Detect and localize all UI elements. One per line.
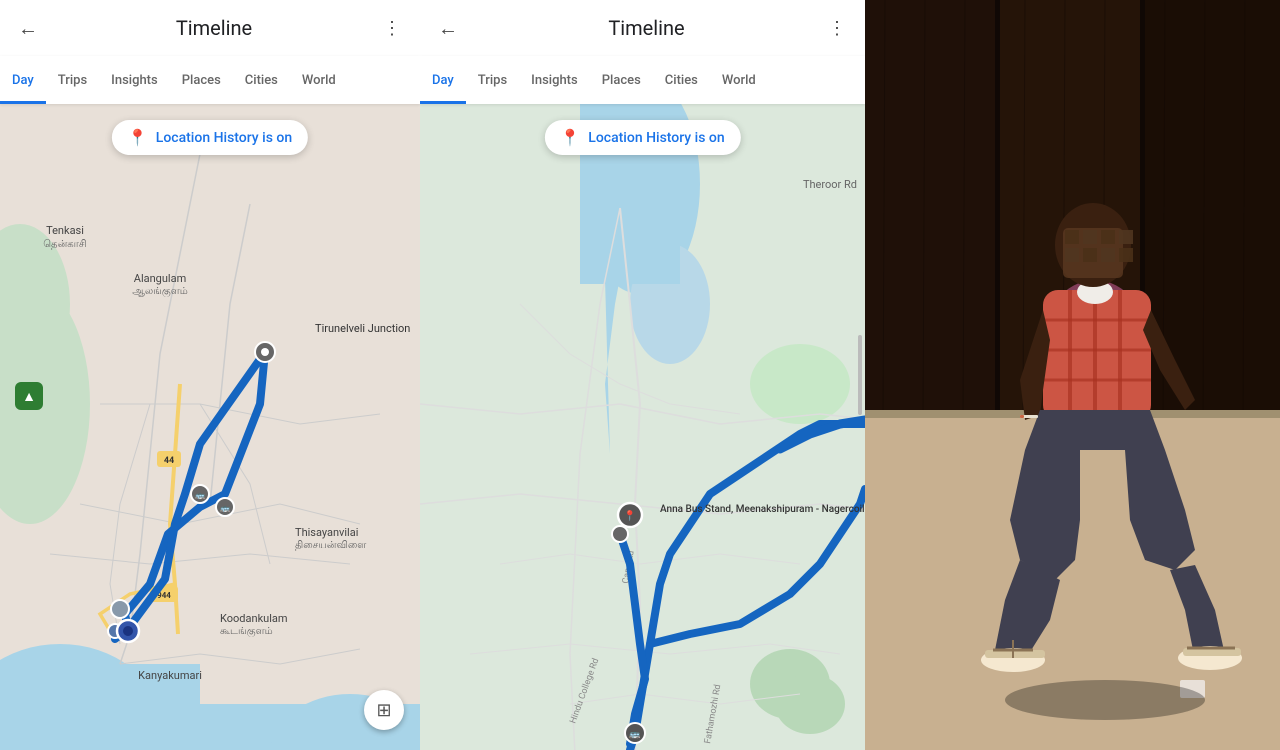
center-tab-bar: Day Trips Insights Places Cities World xyxy=(420,56,865,104)
svg-text:Tirunelveli Junction: Tirunelveli Junction xyxy=(315,322,410,335)
center-tab-cities[interactable]: Cities xyxy=(653,56,710,104)
center-tab-day[interactable]: Day xyxy=(420,56,466,104)
svg-text:Thisayanvilai: Thisayanvilai xyxy=(295,526,358,539)
center-menu-button[interactable]: ⋮ xyxy=(821,12,853,44)
left-menu-button[interactable]: ⋮ xyxy=(376,12,408,44)
svg-text:🚌: 🚌 xyxy=(195,491,205,500)
left-tab-day[interactable]: Day xyxy=(0,56,46,104)
left-back-button[interactable]: ← xyxy=(12,12,44,44)
svg-text:திசையன்விளை: திசையன்விளை xyxy=(295,540,366,551)
center-title: Timeline xyxy=(472,16,821,40)
svg-text:Anna Bus Stand, Meenakshipuram: Anna Bus Stand, Meenakshipuram - Nagerco… xyxy=(660,504,865,515)
svg-text:44: 44 xyxy=(164,456,174,466)
svg-text:கூடங்குளம்: கூடங்குளம் xyxy=(220,626,273,638)
left-location-badge-text: Location History is on xyxy=(156,130,292,146)
center-top-bar: ← Timeline ⋮ xyxy=(420,0,865,56)
photo-svg xyxy=(865,0,1280,750)
center-location-badge[interactable]: 📍 Location History is on xyxy=(544,120,740,155)
svg-text:Alangulam: Alangulam xyxy=(134,272,186,285)
svg-text:▲: ▲ xyxy=(22,389,36,405)
left-tab-bar: Day Trips Insights Places Cities World xyxy=(0,56,420,104)
left-layers-button[interactable]: ⊞ xyxy=(364,690,404,730)
center-tab-trips[interactable]: Trips xyxy=(466,56,519,104)
left-tab-trips[interactable]: Trips xyxy=(46,56,99,104)
left-map-panel: ← Timeline ⋮ Day Trips Insights Places C… xyxy=(0,0,420,750)
svg-text:📍: 📍 xyxy=(624,509,636,522)
svg-text:🚌: 🚌 xyxy=(629,730,640,740)
left-title: Timeline xyxy=(52,16,376,40)
left-tab-places[interactable]: Places xyxy=(170,56,233,104)
svg-text:Tenkasi: Tenkasi xyxy=(46,224,84,237)
left-location-badge[interactable]: 📍 Location History is on xyxy=(112,120,308,155)
svg-text:Koodankulam: Koodankulam xyxy=(220,612,288,625)
center-tab-places[interactable]: Places xyxy=(590,56,653,104)
center-location-pin-icon: 📍 xyxy=(560,128,580,147)
photo-panel xyxy=(865,0,1280,750)
left-tab-cities[interactable]: Cities xyxy=(233,56,290,104)
center-back-button[interactable]: ← xyxy=(432,12,464,44)
center-tab-insights[interactable]: Insights xyxy=(519,56,590,104)
svg-text:Kanyakumari: Kanyakumari xyxy=(138,669,202,682)
center-map: Cape Rd Hindu College Rd Fathamozhi Rd T… xyxy=(420,104,865,750)
svg-text:ஆலங்குளம்: ஆலங்குளம் xyxy=(132,286,188,298)
center-tab-world[interactable]: World xyxy=(710,56,768,104)
center-scrollbar[interactable] xyxy=(858,335,862,415)
center-map-panel: ← Timeline ⋮ Day Trips Insights Places C… xyxy=(420,0,865,750)
svg-text:தென்காசி: தென்காசி xyxy=(43,239,86,250)
center-location-badge-text: Location History is on xyxy=(588,130,724,146)
left-map: 44 944 Tenkasi தென்காசி Alangulam ஆலங்கு… xyxy=(0,104,420,750)
location-pin-icon: 📍 xyxy=(128,128,148,147)
svg-text:🚌: 🚌 xyxy=(220,504,230,513)
left-top-bar: ← Timeline ⋮ xyxy=(0,0,420,56)
left-tab-world[interactable]: World xyxy=(290,56,348,104)
left-tab-insights[interactable]: Insights xyxy=(99,56,170,104)
